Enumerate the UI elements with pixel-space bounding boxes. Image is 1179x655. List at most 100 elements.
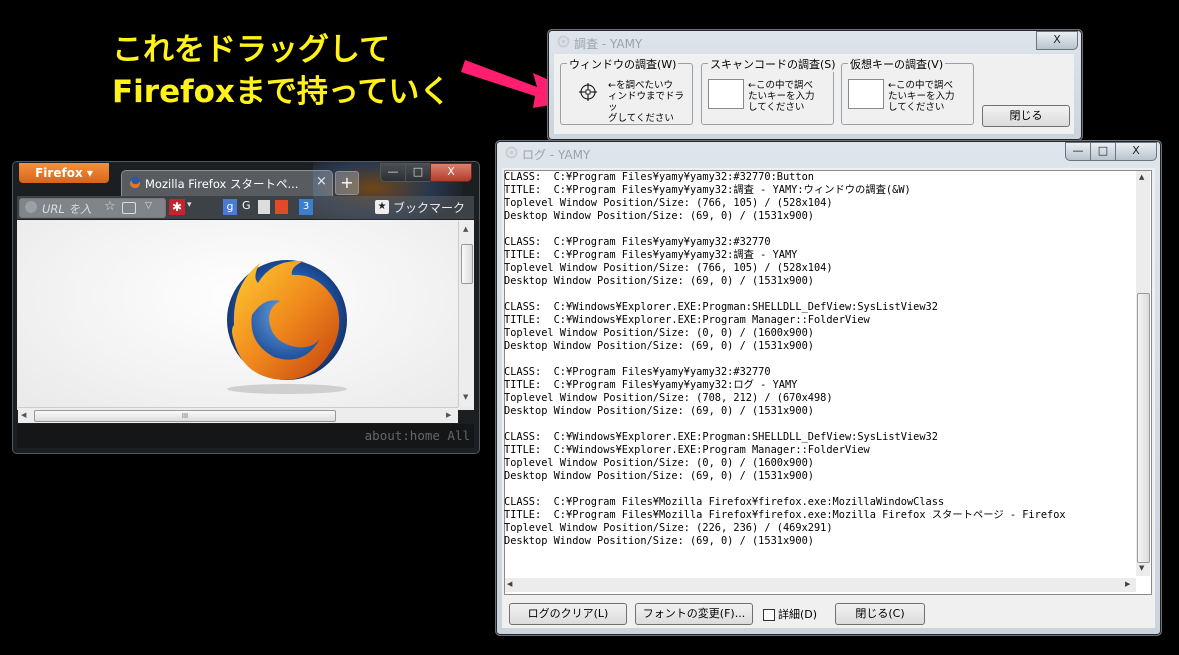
ff-hscroll-thumb[interactable]: III: [34, 410, 336, 422]
log-line: Desktop Window Position/Size: (69, 0) / …: [504, 535, 814, 547]
virtualkey-investigate-group: 仮想キーの調査(V) ←この中で調べ たいキーを入力 してください: [841, 56, 974, 125]
virtualkey-help: ←この中で調べ たいキーを入力 してください: [888, 80, 955, 113]
pocket-icon[interactable]: [122, 202, 136, 214]
investigate-window: 調査 - YAMY X ウィンドウの調査(W) ←を調べたいウ ィンドウまでドラ…: [547, 29, 1083, 141]
navigation-toolbar: URL を入 ☆ ▽ ✱ ▾ g G 3 ★ ブックマーク: [17, 196, 474, 219]
log-line: Toplevel Window Position/Size: (766, 105…: [504, 262, 833, 274]
scroll-up-arrow-icon[interactable]: ▲: [1139, 173, 1144, 181]
scroll-left-arrow-icon[interactable]: ◀: [507, 580, 512, 588]
log-line: TITLE: C:¥Windows¥Explorer.EXE:Program M…: [504, 444, 870, 456]
url-bar[interactable]: URL を入 ☆ ▽: [19, 198, 166, 218]
virtualkey-investigate-label: 仮想キーの調査(V): [848, 56, 946, 72]
tab-close-icon[interactable]: ×: [316, 174, 327, 189]
investigate-client-area: ウィンドウの調査(W) ←を調べたいウ ィンドウまでドラッ グしてください スキ…: [554, 54, 1074, 134]
addon-dropdown-icon[interactable]: ▾: [187, 200, 192, 210]
log-minimize-button[interactable]: —: [1065, 142, 1091, 161]
window-investigate-help: ←を調べたいウ ィンドウまでドラッ グしてください: [608, 80, 685, 124]
status-text: about:home All: [364, 428, 470, 443]
window-investigate-group: ウィンドウの調査(W) ←を調べたいウ ィンドウまでドラッ グしてください: [560, 56, 693, 125]
bookmark-star-icon[interactable]: ☆: [104, 199, 116, 214]
log-line: Toplevel Window Position/Size: (226, 236…: [504, 522, 833, 534]
log-line: CLASS: C:¥Program Files¥yamy¥yamy32:#327…: [504, 236, 771, 248]
scroll-down-arrow-icon[interactable]: ▼: [1139, 564, 1144, 572]
firefox-maximize-button[interactable]: □: [405, 163, 431, 182]
log-window-title: ログ - YAMY: [522, 148, 591, 162]
log-close-window-button[interactable]: X: [1115, 142, 1157, 161]
ff-scroll-right-icon[interactable]: ▶: [446, 411, 451, 419]
detail-checkbox[interactable]: [763, 609, 775, 621]
ff-scroll-down-icon[interactable]: ▼: [463, 393, 468, 401]
change-font-button[interactable]: フォントの変更(F)...: [635, 603, 753, 625]
log-line: Desktop Window Position/Size: (69, 0) / …: [504, 470, 814, 482]
log-content: CLASS: C:¥Program Files¥yamy¥yamy32:#327…: [504, 171, 1134, 548]
log-maximize-button[interactable]: □: [1090, 142, 1116, 161]
toolbar-blue-icon[interactable]: 3: [299, 199, 313, 215]
investigate-close-button[interactable]: 閉じる: [982, 105, 1070, 127]
log-line: TITLE: C:¥Program Files¥yamy¥yamy32:調査 -…: [504, 184, 911, 196]
crosshair-drag-target[interactable]: [566, 76, 600, 104]
log-line: Desktop Window Position/Size: (69, 0) / …: [504, 405, 814, 417]
google-label-icon[interactable]: G: [242, 199, 251, 212]
scancode-investigate-label: スキャンコードの調査(S): [708, 56, 838, 72]
log-horizontal-scrollbar[interactable]: ◀ ▶: [505, 578, 1136, 592]
firefox-tab-title: Mozilla Firefox スタートペ...: [145, 177, 299, 191]
clear-log-button[interactable]: ログのクリア(L): [509, 603, 627, 625]
ff-scroll-up-icon[interactable]: ▲: [463, 225, 468, 233]
scancode-input[interactable]: [708, 79, 744, 109]
bookmarks-icon[interactable]: ★: [375, 200, 389, 214]
annotation-line2: Firefoxまで持っていく: [112, 74, 451, 110]
new-tab-button[interactable]: +: [335, 171, 359, 195]
log-line: TITLE: C:¥Program Files¥Mozilla Firefox¥…: [504, 509, 1066, 521]
globe-icon: [25, 201, 37, 213]
log-line: TITLE: C:¥Program Files¥yamy¥yamy32:調査 -…: [504, 249, 798, 261]
log-vertical-scrollbar[interactable]: ▲ ▼: [1136, 171, 1150, 576]
firefox-logo-icon: [227, 260, 347, 394]
investigate-close-window-button[interactable]: X: [1036, 31, 1078, 50]
ff-scroll-left-icon[interactable]: ◀: [21, 411, 26, 419]
yamy-app-icon: [557, 35, 570, 48]
log-close-button[interactable]: 閉じる(C): [835, 603, 925, 625]
log-line: TITLE: C:¥Program Files¥yamy¥yamy32:ログ -…: [504, 379, 798, 391]
detail-checkbox-label[interactable]: 詳細(D): [778, 606, 817, 622]
log-line: CLASS: C:¥Program Files¥yamy¥yamy32:#327…: [504, 171, 814, 183]
annotation-line1: これをドラッグして: [112, 32, 391, 68]
log-scroll-thumb[interactable]: [1137, 293, 1150, 563]
toolbar-page-icon[interactable]: [258, 200, 270, 214]
firefox-menu-button[interactable]: Firefox ▾: [19, 163, 109, 183]
scancode-investigate-group: スキャンコードの調査(S) ←この中で調べ たいキーを入力 してください: [701, 56, 838, 125]
bookmarks-button[interactable]: ブックマーク: [393, 199, 465, 216]
firefox-content-area: [17, 220, 474, 410]
scroll-right-arrow-icon[interactable]: ▶: [1125, 580, 1130, 588]
ff-vscroll-thumb[interactable]: [461, 244, 473, 284]
firefox-horizontal-scrollbar[interactable]: ◀ III ▶: [18, 407, 458, 423]
log-line: CLASS: C:¥Windows¥Explorer.EXE:Progman:S…: [504, 431, 938, 443]
log-line: CLASS: C:¥Program Files¥yamy¥yamy32:#327…: [504, 366, 771, 378]
firefox-close-window-button[interactable]: X: [430, 163, 472, 182]
google-icon[interactable]: g: [223, 199, 237, 215]
crosshair-icon[interactable]: [566, 76, 600, 104]
log-line: Desktop Window Position/Size: (69, 0) / …: [504, 275, 814, 287]
log-line: Desktop Window Position/Size: (69, 0) / …: [504, 210, 814, 222]
scancode-help: ←この中で調べ たいキーを入力 してください: [748, 80, 815, 113]
url-dropdown-icon[interactable]: ▽: [145, 201, 152, 211]
toolbar-red-icon[interactable]: [275, 200, 288, 214]
log-line: Toplevel Window Position/Size: (0, 0) / …: [504, 327, 814, 339]
firefox-vertical-scrollbar[interactable]: ▲ ▼: [458, 221, 474, 407]
yamy-app-icon: [505, 146, 518, 159]
firefox-window: Firefox ▾ — □ X Mozilla Firefox スタートペ...…: [12, 161, 480, 454]
addon-icon[interactable]: ✱: [169, 199, 185, 215]
log-line: CLASS: C:¥Program Files¥Mozilla Firefox¥…: [504, 496, 945, 508]
log-line: CLASS: C:¥Windows¥Explorer.EXE:Progman:S…: [504, 301, 938, 313]
firefox-minimize-button[interactable]: —: [380, 163, 406, 182]
firefox-tab[interactable]: Mozilla Firefox スタートペ... ×: [121, 170, 333, 196]
log-line: TITLE: C:¥Windows¥Explorer.EXE:Program M…: [504, 314, 870, 326]
log-line: Toplevel Window Position/Size: (0, 0) / …: [504, 457, 814, 469]
url-placeholder: URL を入: [42, 202, 92, 216]
virtualkey-input[interactable]: [848, 79, 884, 109]
log-line: Desktop Window Position/Size: (69, 0) / …: [504, 340, 814, 352]
